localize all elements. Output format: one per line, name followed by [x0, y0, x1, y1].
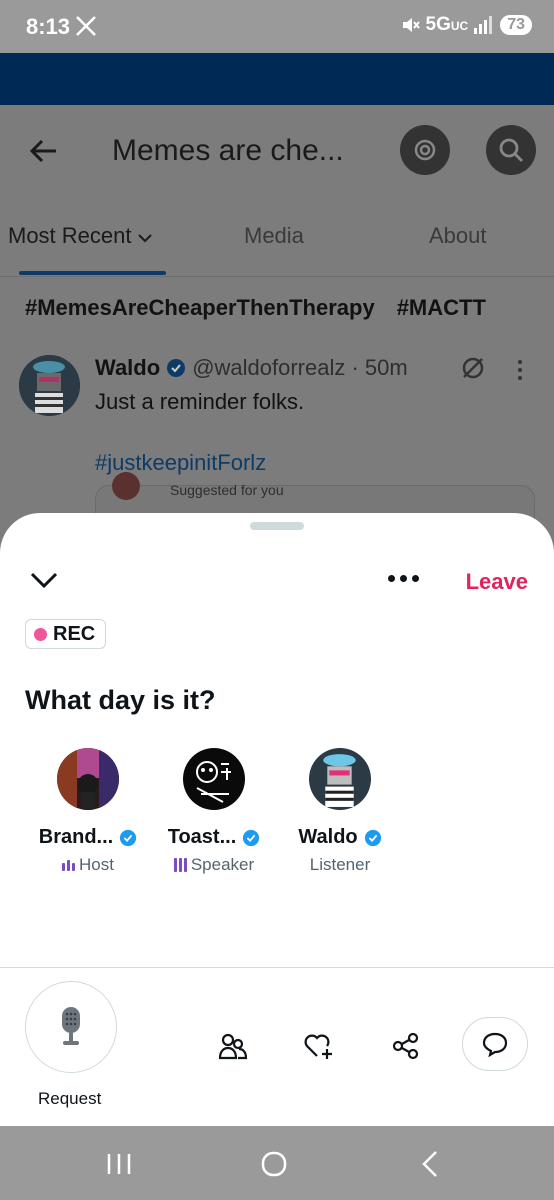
chevron-down-icon	[137, 234, 152, 243]
recording-badge: REC	[25, 619, 107, 649]
card-avatar	[112, 472, 140, 500]
pixel-avatar-icon	[309, 748, 371, 810]
participant-listener[interactable]: Waldo Listener	[280, 748, 400, 875]
speaking-bars-icon	[62, 859, 76, 871]
network-label: 5GUC	[425, 14, 469, 35]
tab-about[interactable]: About	[429, 223, 487, 249]
verified-badge-icon	[120, 829, 137, 846]
share-button[interactable]	[389, 1029, 423, 1063]
host-avatar-icon	[57, 748, 119, 810]
x-logo-icon	[76, 16, 96, 36]
community-title: Memes are che...	[112, 134, 344, 167]
microphone-icon	[62, 1007, 80, 1045]
speaker-avatar-icon	[183, 748, 245, 810]
card-label: Suggested for you	[170, 482, 284, 498]
back-arrow-icon[interactable]	[28, 135, 60, 167]
people-icon	[218, 1033, 248, 1060]
pixel-avatar-icon	[19, 355, 80, 416]
space-sheet: Leave REC What day is it? Brand... Host	[0, 513, 554, 1126]
signal-icon	[474, 16, 493, 34]
chat-button[interactable]	[462, 1017, 528, 1071]
participant-speaker[interactable]: Toast... Speaker	[154, 748, 274, 875]
participants-button[interactable]	[216, 1029, 250, 1063]
participant-host[interactable]: Brand... Host	[28, 748, 148, 875]
react-button[interactable]	[302, 1029, 336, 1063]
gear-icon	[414, 139, 436, 161]
status-time: 8:13	[26, 14, 71, 39]
request-mic-button[interactable]	[25, 981, 117, 1073]
tab-media[interactable]: Media	[244, 223, 304, 249]
participant-avatar	[57, 748, 119, 810]
participant-role: Speaker	[190, 855, 255, 874]
back-icon[interactable]	[418, 1150, 442, 1178]
grok-icon[interactable]	[460, 355, 486, 381]
battery-level: 73	[500, 15, 532, 35]
active-tab-indicator	[19, 271, 166, 275]
tweet-handle-time: @waldoforrealz · 50m	[192, 355, 408, 380]
participant-avatar	[183, 748, 245, 810]
verified-badge-icon	[364, 829, 381, 846]
request-label: Request	[38, 1089, 102, 1108]
participant-avatar	[309, 748, 371, 810]
participant-name: Waldo	[298, 826, 358, 848]
participant-role: Listener	[309, 855, 371, 874]
space-title: What day is it?	[25, 685, 216, 715]
status-bar: 8:13 5GUC 73	[0, 0, 554, 53]
more-vertical-icon[interactable]	[516, 359, 524, 381]
tweet-author-name[interactable]: Waldo	[95, 355, 160, 381]
share-icon	[392, 1032, 419, 1060]
participant-name: Toast...	[167, 826, 237, 848]
tweet-avatar[interactable]	[19, 355, 80, 416]
community-hashtags: #MemesAreCheaperThenTherapy #MACTT	[25, 295, 508, 321]
settings-button[interactable]	[400, 125, 450, 175]
community-tabs: Most Recent Media About	[0, 205, 554, 277]
system-nav-bar	[0, 1126, 554, 1200]
search-button[interactable]	[486, 125, 536, 175]
participant-role: Host	[79, 855, 114, 874]
tweet-text: Just a reminder folks.	[95, 389, 305, 414]
speaking-bars-icon	[173, 858, 187, 872]
sheet-drag-handle[interactable]	[250, 522, 304, 530]
rec-dot-icon	[34, 627, 47, 641]
tab-most-recent[interactable]: Most Recent	[8, 223, 152, 249]
minimize-chevron-icon[interactable]	[30, 571, 58, 589]
mute-icon	[402, 18, 420, 32]
sheet-divider	[0, 967, 554, 968]
participant-name: Brand...	[38, 826, 114, 848]
rec-label: REC	[53, 622, 96, 645]
chat-bubble-icon	[482, 1032, 508, 1057]
leave-button[interactable]: Leave	[466, 569, 528, 595]
recent-apps-icon[interactable]	[105, 1150, 133, 1178]
verified-badge-icon	[167, 359, 186, 377]
top-banner	[0, 53, 554, 105]
more-options-icon[interactable]	[388, 575, 419, 582]
hashtag[interactable]: #MACTT	[397, 295, 486, 320]
verified-badge-icon	[243, 829, 260, 846]
hashtag[interactable]: #MemesAreCheaperThenTherapy	[25, 295, 375, 320]
tweet-header: Waldo @waldoforrealz · 50m	[95, 355, 408, 381]
heart-plus-icon	[304, 1034, 332, 1059]
search-icon	[499, 138, 523, 162]
home-icon[interactable]	[260, 1150, 288, 1178]
